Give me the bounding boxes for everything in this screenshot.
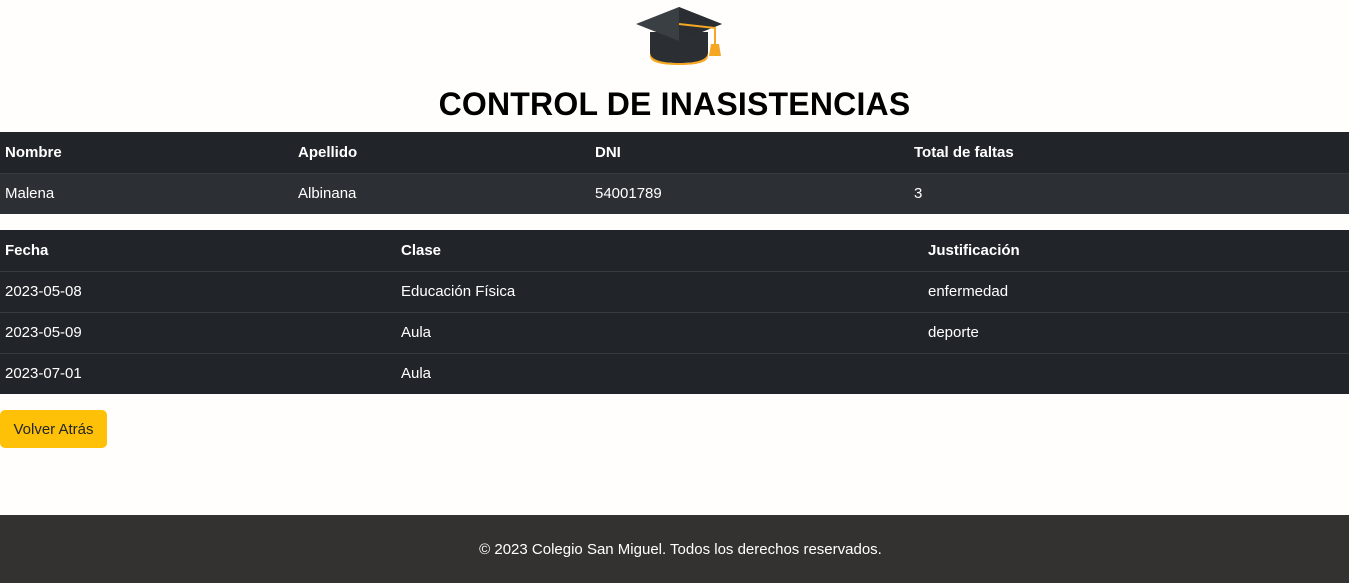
column-header-justificacion: Justificación <box>928 241 1020 259</box>
absence-table: Fecha Clase Justificación 2023-05-08 Edu… <box>0 230 1349 394</box>
footer: © 2023 Colegio San Miguel. Todos los der… <box>0 515 1349 583</box>
cell-clase: Aula <box>401 365 432 383</box>
cell-fecha: 2023-07-01 <box>5 365 82 383</box>
student-summary-table: Nombre Apellido DNI Total de faltas Male… <box>0 132 1349 214</box>
table-row: Malena Albinana 54001789 3 <box>0 173 1349 214</box>
table-header-row: Nombre Apellido DNI Total de faltas <box>0 132 1349 173</box>
cell-justificacion: deporte <box>928 324 979 341</box>
table-row: 2023-07-01 Aula <box>0 353 1349 394</box>
column-header-apellido: Apellido <box>298 143 358 161</box>
page-title: CONTROL DE INASISTENCIAS <box>438 86 911 122</box>
cell-dni: 54001789 <box>595 185 662 203</box>
table-row: 2023-05-08 Educación Física enfermedad <box>0 271 1349 312</box>
table-header-row: Fecha Clase Justificación <box>0 230 1349 271</box>
column-header-total-faltas: Total de faltas <box>914 143 1014 161</box>
cell-clase: Educación Física <box>401 283 516 300</box>
footer-copyright-text: © 2023 Colegio San Miguel. Todos los der… <box>479 540 882 558</box>
column-header-fecha: Fecha <box>5 241 49 259</box>
graduation-cap-icon <box>635 6 725 66</box>
column-header-clase: Clase <box>401 241 442 259</box>
table-row: 2023-05-09 Aula deporte <box>0 312 1349 353</box>
cell-nombre: Malena <box>5 185 55 203</box>
cell-total-faltas: 3 <box>914 185 923 203</box>
cell-fecha: 2023-05-08 <box>5 283 82 300</box>
column-header-nombre: Nombre <box>5 143 62 161</box>
cell-justificacion: enfermedad <box>928 283 1009 300</box>
cell-clase: Aula <box>401 324 432 341</box>
column-header-dni: DNI <box>595 143 621 161</box>
cell-justificacion <box>923 353 1349 394</box>
cell-fecha: 2023-05-09 <box>5 324 82 341</box>
back-button[interactable]: Volver Atrás <box>0 410 107 448</box>
cell-apellido: Albinana <box>298 185 357 203</box>
